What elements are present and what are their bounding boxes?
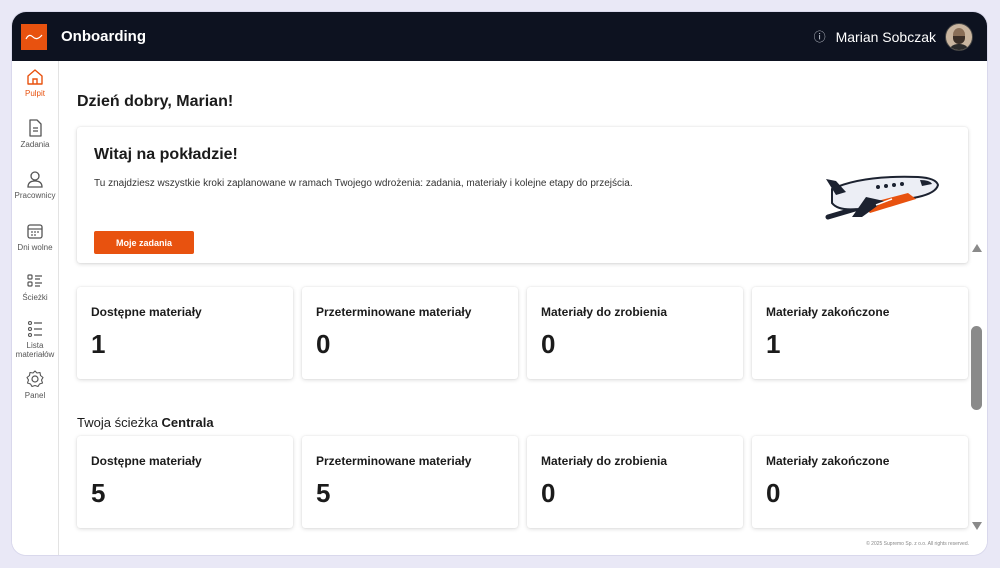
welcome-card: Witaj na pokładzie! Tu znajdziesz wszyst… (77, 127, 968, 263)
stat-label: Dostępne materiały (91, 454, 202, 468)
main-content: Dzień dobry, Marian! Witaj na pokładzie!… (59, 61, 987, 555)
checklist-icon (27, 320, 42, 338)
path-name: Centrala (161, 415, 214, 430)
stat-value: 1 (91, 329, 106, 359)
sidebar-item-zadania[interactable]: Zadania (12, 118, 58, 149)
airplane-illustration (825, 175, 940, 220)
info-icon[interactable]: ⓘ (814, 28, 826, 45)
stat-value: 0 (541, 478, 556, 508)
document-icon (29, 119, 42, 137)
stat-card-todo[interactable]: Materiały do zrobienia 0 (527, 287, 743, 379)
sidebar-item-label: Dni wolne (17, 243, 53, 252)
list-icon (27, 274, 42, 287)
sidebar-item-label: Pulpit (24, 89, 45, 98)
logo-mark-icon (25, 34, 43, 39)
stat-card-available[interactable]: Dostępne materiały 1 (77, 287, 293, 379)
company-logo[interactable] (21, 23, 47, 50)
sidebar: Pulpit Zadania Pracownicy Dni wolne Ście… (12, 61, 59, 555)
app-window: Onboarding ⓘ Marian Sobczak Pulpit Zadan… (12, 12, 987, 555)
sidebar-item-pracownicy[interactable]: Pracownicy (12, 169, 58, 200)
stat-label: Przeterminowane materiały (316, 305, 472, 319)
scroll-up-arrow-icon[interactable] (972, 244, 982, 252)
stat-label: Materiały zakończone (766, 305, 890, 319)
sidebar-item-lista-materialow[interactable]: Lista materiałów (12, 319, 58, 359)
welcome-title: Witaj na pokładzie! (94, 146, 238, 163)
stat-label: Przeterminowane materiały (316, 454, 472, 468)
path-section-prefix: Twoja ścieżka (77, 415, 158, 430)
path-stat-card-overdue[interactable]: Przeterminowane materiały 5 (302, 436, 518, 528)
stat-value: 0 (766, 478, 781, 508)
stat-label: Materiały zakończone (766, 454, 890, 468)
stat-label: Materiały do zrobienia (541, 454, 668, 468)
sidebar-item-sciezki[interactable]: Ścieżki (12, 271, 58, 302)
user-name[interactable]: Marian Sobczak (836, 29, 936, 45)
avatar[interactable] (945, 22, 973, 51)
person-icon (27, 171, 43, 188)
scrollbar-thumb[interactable] (971, 326, 982, 410)
sidebar-item-label: Zadania (20, 140, 50, 149)
sidebar-item-label: Pracownicy (14, 191, 56, 200)
stat-value: 5 (91, 478, 106, 508)
stat-label: Materiały do zrobienia (541, 305, 668, 319)
stat-label: Dostępne materiały (91, 305, 202, 319)
sidebar-item-pulpit[interactable]: Pulpit (12, 67, 58, 98)
path-stat-card-todo[interactable]: Materiały do zrobienia 0 (527, 436, 743, 528)
top-bar: Onboarding ⓘ Marian Sobczak (12, 12, 987, 61)
welcome-text: Tu znajdziesz wszystkie kroki zaplanowan… (94, 178, 633, 189)
home-icon (27, 69, 43, 85)
stat-card-completed[interactable]: Materiały zakończone 1 (752, 287, 968, 379)
sidebar-item-dni-wolne[interactable]: Dni wolne (12, 221, 58, 252)
sidebar-item-panel[interactable]: Panel (12, 369, 58, 400)
calendar-icon (27, 224, 43, 239)
scroll-down-arrow-icon[interactable] (972, 522, 982, 530)
path-stat-card-available[interactable]: Dostępne materiały 5 (77, 436, 293, 528)
footer-copyright: © 2025 Supremo Sp. z o.o. All rights res… (866, 541, 969, 547)
vertical-scrollbar[interactable] (970, 244, 984, 544)
app-title: Onboarding (61, 28, 146, 45)
stat-value: 1 (766, 329, 781, 359)
stat-value: 0 (541, 329, 556, 359)
stat-card-overdue[interactable]: Przeterminowane materiały 0 (302, 287, 518, 379)
stat-value: 5 (316, 478, 331, 508)
sidebar-item-label: Lista materiałów (15, 341, 55, 359)
path-section-heading: Twoja ścieżka Centrala (77, 415, 214, 430)
gear-icon (26, 370, 44, 388)
my-tasks-button[interactable]: Moje zadania (94, 231, 194, 254)
path-stat-card-completed[interactable]: Materiały zakończone 0 (752, 436, 968, 528)
page-title: Dzień dobry, Marian! (77, 93, 234, 110)
sidebar-item-label: Ścieżki (22, 293, 48, 302)
sidebar-item-label: Panel (24, 391, 46, 400)
stat-value: 0 (316, 329, 331, 359)
